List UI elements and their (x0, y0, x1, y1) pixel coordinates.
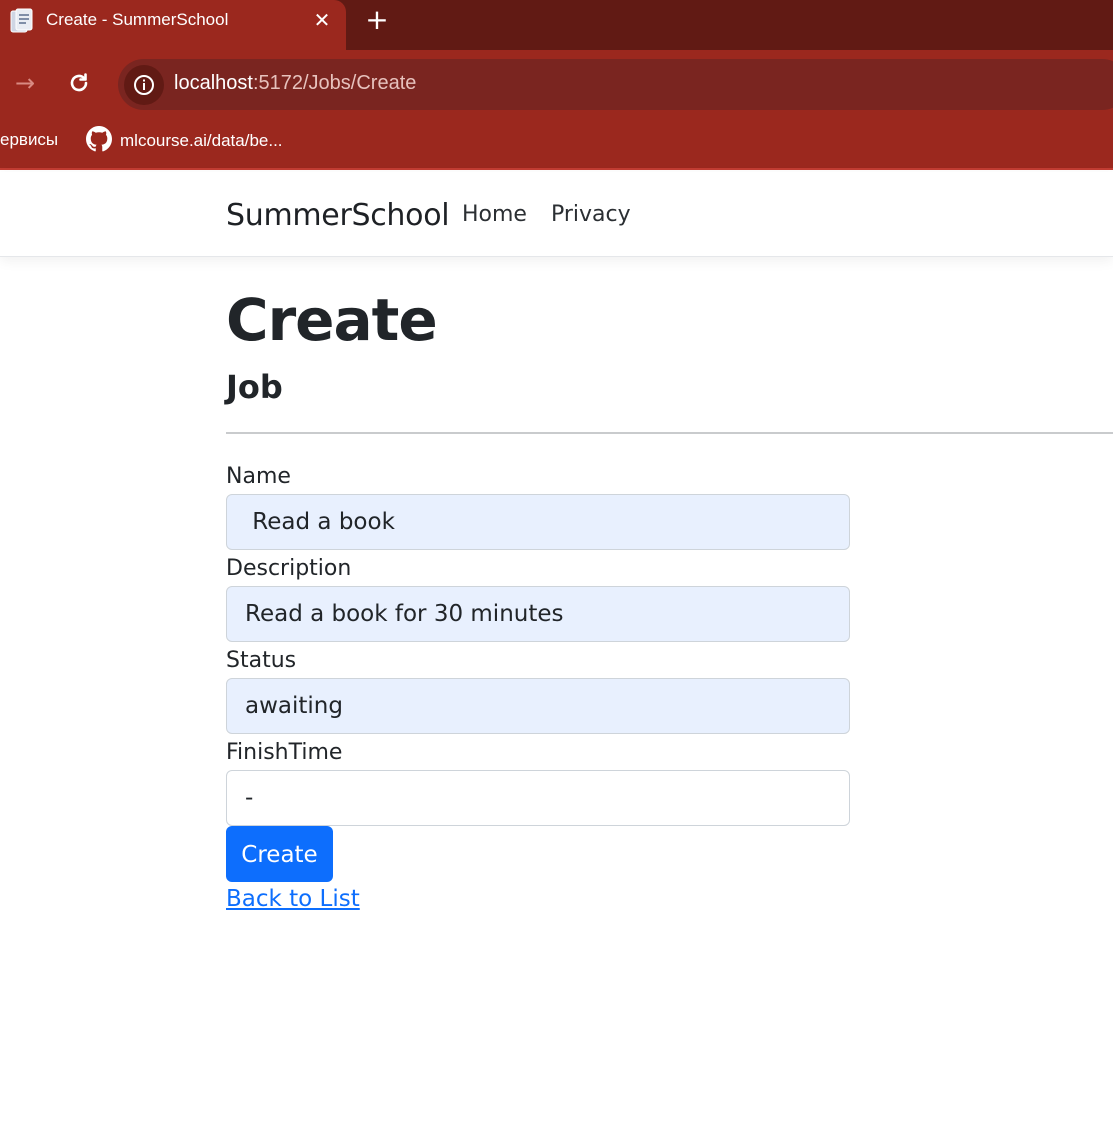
finish-time-label: FinishTime (226, 740, 343, 765)
nav-link-privacy[interactable]: Privacy (551, 202, 631, 227)
description-label: Description (226, 556, 352, 581)
browser-toolbar: → localhost:5172/Jobs/Create (0, 50, 1113, 120)
url-host: localhost (174, 72, 253, 94)
bookmark-label: mlcourse.ai/data/be... (120, 131, 283, 150)
nav-link-home[interactable]: Home (462, 202, 527, 227)
page-title: Create (226, 286, 438, 354)
bookmark-services[interactable]: ервисы (0, 130, 58, 150)
divider (226, 432, 1113, 434)
document-icon (10, 8, 34, 34)
bookmarks-bar: ервисы mlcourse.ai/data/be... (0, 120, 1113, 170)
close-icon[interactable]: ✕ (310, 8, 334, 32)
github-icon (86, 126, 112, 156)
status-input[interactable]: awaiting (226, 678, 850, 734)
navbar-brand[interactable]: SummerSchool (226, 198, 450, 233)
info-icon[interactable] (124, 65, 164, 105)
back-to-list-link[interactable]: Back to List (226, 886, 360, 912)
browser-tab[interactable]: Create - SummerSchool ✕ (0, 0, 346, 50)
name-label: Name (226, 464, 291, 489)
finish-time-input[interactable]: - (226, 770, 850, 826)
status-label: Status (226, 648, 297, 673)
description-input[interactable]: Read a book for 30 minutes (226, 586, 850, 642)
tab-strip: Create - SummerSchool ✕ + (0, 0, 1113, 50)
plus-icon[interactable]: + (364, 6, 390, 34)
name-input[interactable]: Read a book (226, 494, 850, 550)
site-navbar: SummerSchool Home Privacy (0, 172, 1113, 257)
url-text: localhost:5172/Jobs/Create (174, 72, 416, 95)
arrow-right-icon[interactable]: → (10, 68, 40, 98)
bookmark-mlcourse[interactable]: mlcourse.ai/data/be... (86, 126, 283, 156)
tab-title: Create - SummerSchool (46, 10, 229, 29)
url-path: :5172/Jobs/Create (252, 72, 417, 94)
address-bar[interactable]: localhost:5172/Jobs/Create (118, 59, 1113, 110)
create-button[interactable]: Create (226, 826, 333, 882)
page-subtitle: Job (226, 368, 283, 406)
reload-icon[interactable] (64, 68, 94, 98)
